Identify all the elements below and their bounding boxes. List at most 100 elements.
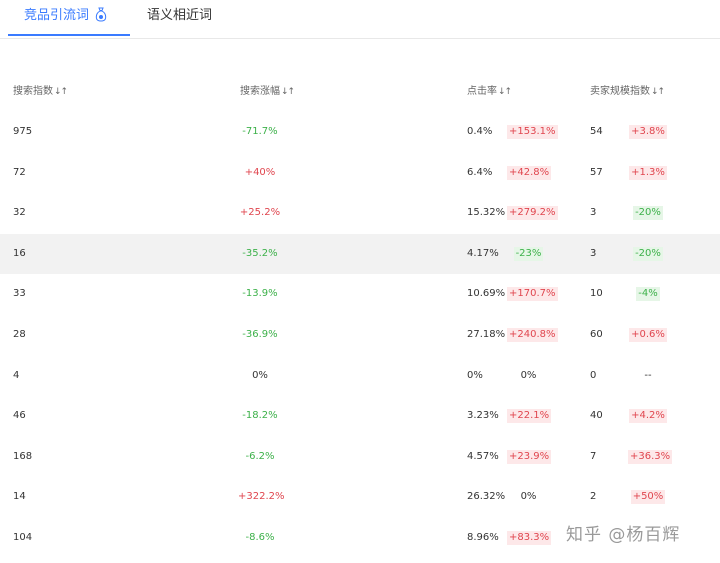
ctr-change-badge: -23% (513, 247, 544, 261)
ctr-change-badge: +23.9% (507, 450, 552, 464)
search-index-value: 46 (13, 410, 26, 421)
search-growth-value: -13.9% (242, 288, 278, 299)
seller-change: +50% (628, 477, 668, 517)
search-growth-value: -8.6% (245, 532, 275, 543)
ctr-value: 0.4% (467, 126, 493, 137)
ctr-change: +42.8% (507, 153, 552, 193)
seller-scale-value: 10 (590, 288, 603, 299)
tab-competitor-traffic-words[interactable]: 竞品引流词 (24, 6, 107, 26)
search-index-value: 33 (13, 288, 26, 299)
header-search-growth[interactable]: 搜索涨幅↓↑ (240, 82, 295, 97)
ctr-change-badge: +170.7% (507, 287, 558, 301)
ctr-value: 0% (467, 370, 483, 381)
seller-change-badge: +36.3% (628, 450, 673, 464)
table-row[interactable]: 14 +322.2% 26.32% 0% 2 +50% (0, 477, 720, 517)
ctr-value: 15.32% (467, 207, 506, 218)
table-row[interactable]: 975 -71.7% 0.4% +153.1% 54 +3.8% (0, 112, 720, 152)
table-row[interactable]: 33 -13.9% 10.69% +170.7% 10 -4% (0, 274, 720, 314)
money-bag-icon (95, 7, 107, 29)
search-index-value: 16 (13, 248, 26, 259)
table-row[interactable]: 16 -35.2% 4.17% -23% 3 -20% (0, 234, 720, 274)
ctr-change: 0% (507, 356, 550, 396)
ctr-value: 4.17% (467, 248, 499, 259)
seller-change-badge: +3.8% (629, 125, 667, 139)
header-seller-scale[interactable]: 卖家规模指数↓↑ (590, 82, 665, 97)
search-index-value: 28 (13, 329, 26, 340)
sort-arrows-icon[interactable]: ↓↑ (498, 87, 512, 97)
seller-change: +3.8% (628, 112, 668, 152)
ctr-value: 8.96% (467, 532, 499, 543)
header-search-index[interactable]: 搜索指数↓↑ (13, 82, 68, 97)
ctr-value: 6.4% (467, 167, 493, 178)
header-label: 搜索涨幅 (240, 86, 280, 97)
header-label: 卖家规模指数 (590, 86, 650, 97)
seller-scale-value: 3 (590, 248, 597, 259)
seller-change-badge: +4.2% (629, 409, 667, 423)
tab-label: 竞品引流词 (24, 8, 90, 23)
search-growth-value: -18.2% (242, 410, 278, 421)
seller-change-badge: +50% (630, 490, 666, 504)
seller-change-badge: -20% (633, 247, 663, 261)
ctr-change-badge: 0% (520, 370, 537, 381)
ctr-value: 10.69% (467, 288, 506, 299)
ctr-change: +279.2% (507, 193, 558, 233)
seller-change: -4% (628, 274, 668, 314)
search-growth-value: 0% (252, 370, 268, 381)
ctr-change: +83.3% (507, 518, 552, 558)
seller-change: -20% (628, 193, 668, 233)
ctr-change: +170.7% (507, 274, 558, 314)
header-ctr[interactable]: 点击率↓↑ (467, 82, 512, 97)
header-label: 点击率 (467, 86, 497, 97)
search-index-value: 72 (13, 167, 26, 178)
seller-scale-value: 7 (590, 451, 597, 462)
seller-change: -20% (628, 234, 668, 274)
table-row[interactable]: 28 -36.9% 27.18% +240.8% 60 +0.6% (0, 315, 720, 355)
seller-scale-value: 57 (590, 167, 603, 178)
seller-scale-value: 60 (590, 329, 603, 340)
tab-bar: 竞品引流词 语义相近词 (0, 0, 720, 39)
ctr-value: 27.18% (467, 329, 506, 340)
seller-scale-value: 2 (590, 491, 597, 502)
ctr-change: 0% (507, 477, 550, 517)
seller-change: +4.2% (628, 396, 668, 436)
search-index-value: 168 (13, 451, 33, 462)
sort-arrows-icon[interactable]: ↓↑ (281, 87, 295, 97)
watermark: 知乎 @杨百辉 (566, 525, 681, 545)
search-index-value: 14 (13, 491, 26, 502)
ctr-change: +22.1% (507, 396, 552, 436)
table-row[interactable]: 168 -6.2% 4.57% +23.9% 7 +36.3% (0, 437, 720, 477)
table-row[interactable]: 4 0% 0% 0% 0 -- (0, 356, 720, 396)
ctr-change-badge: +22.1% (507, 409, 552, 423)
seller-scale-value: 40 (590, 410, 603, 421)
seller-change-badge: -- (644, 370, 652, 381)
seller-change-badge: -20% (633, 206, 663, 220)
seller-change: -- (628, 356, 668, 396)
tab-label: 语义相近词 (147, 8, 213, 23)
table-row[interactable]: 32 +25.2% 15.32% +279.2% 3 -20% (0, 193, 720, 233)
search-index-value: 104 (13, 532, 33, 543)
ctr-change-badge: +42.8% (507, 166, 552, 180)
search-growth-value: -35.2% (242, 248, 278, 259)
search-growth-value: -36.9% (242, 329, 278, 340)
table-row[interactable]: 46 -18.2% 3.23% +22.1% 40 +4.2% (0, 396, 720, 436)
tab-semantic-similar-words[interactable]: 语义相近词 (147, 6, 212, 26)
search-index-value: 32 (13, 207, 26, 218)
seller-change-badge: +0.6% (629, 328, 667, 342)
search-index-value: 975 (13, 126, 33, 137)
ctr-value: 3.23% (467, 410, 499, 421)
ctr-change-badge: 0% (520, 491, 537, 502)
ctr-value: 26.32% (467, 491, 506, 502)
search-index-value: 4 (13, 370, 20, 381)
seller-scale-value: 0 (590, 370, 597, 381)
ctr-value: 4.57% (467, 451, 499, 462)
sort-arrows-icon[interactable]: ↓↑ (651, 87, 665, 97)
ctr-change-badge: +279.2% (507, 206, 558, 220)
seller-change: +1.3% (628, 153, 668, 193)
table-row[interactable]: 72 +40% 6.4% +42.8% 57 +1.3% (0, 153, 720, 193)
ctr-change-badge: +83.3% (507, 531, 552, 545)
search-growth-value: -6.2% (245, 451, 275, 462)
ctr-change-badge: +240.8% (507, 328, 558, 342)
header-label: 搜索指数 (13, 86, 53, 97)
sort-arrows-icon[interactable]: ↓↑ (54, 87, 68, 97)
search-growth-value: -71.7% (242, 126, 278, 137)
